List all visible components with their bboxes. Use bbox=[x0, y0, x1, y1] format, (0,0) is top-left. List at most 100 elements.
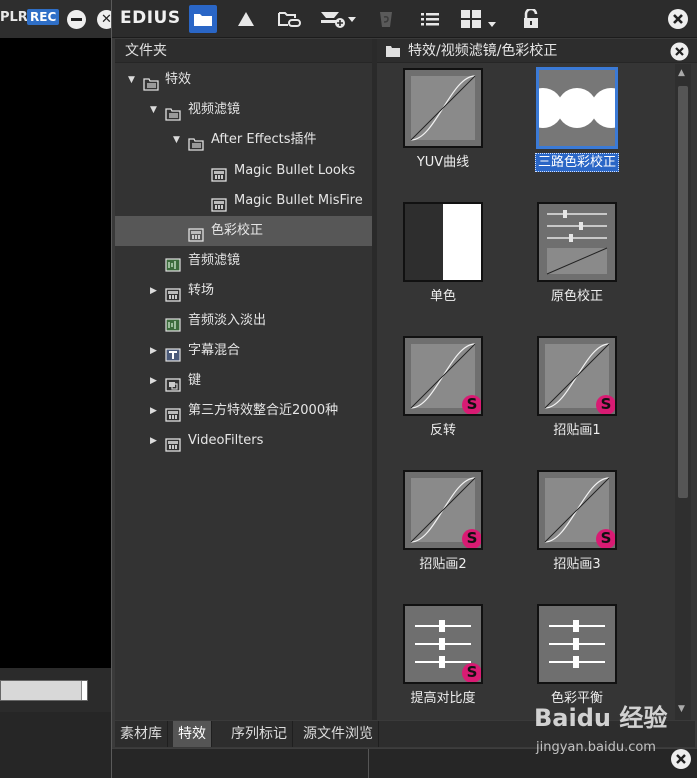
effect-thumbnail[interactable]: S bbox=[403, 604, 483, 684]
tab-effects[interactable]: 特效 bbox=[173, 721, 212, 747]
effect-label: 招贴画3 bbox=[507, 553, 647, 572]
tile-three-way-color[interactable]: 三路色彩校正 bbox=[534, 67, 619, 188]
effect-thumbnail[interactable] bbox=[403, 68, 483, 148]
new-folder-button[interactable] bbox=[276, 5, 304, 33]
tree-item-after-effects[interactable]: ▼ After Effects插件 bbox=[115, 125, 372, 155]
playback-slider[interactable] bbox=[0, 680, 88, 701]
effect-thumbnail[interactable]: S bbox=[537, 470, 617, 550]
grid-scrollbar[interactable]: ▲ ▼ bbox=[675, 64, 691, 720]
folder-link-icon bbox=[278, 12, 301, 27]
grid-icon bbox=[461, 10, 496, 28]
expand-arrow-icon[interactable]: ▶ bbox=[150, 396, 160, 426]
effect-thumbnail[interactable]: S bbox=[403, 470, 483, 550]
toolbar: EDIUS bbox=[112, 0, 697, 38]
effect-thumbnail[interactable] bbox=[537, 202, 617, 282]
scroll-up-icon[interactable]: ▲ bbox=[678, 68, 685, 78]
expand-arrow-icon[interactable]: ▶ bbox=[150, 336, 160, 366]
folder-view-button[interactable] bbox=[189, 5, 217, 33]
thumbnail-view-dropdown[interactable] bbox=[458, 5, 500, 33]
tree-item-label: VideoFilters bbox=[188, 433, 264, 448]
tree-item-keys[interactable]: ▶ 键 bbox=[115, 366, 372, 396]
tab-sequence-markers[interactable]: 序列标记 bbox=[226, 721, 293, 747]
tile-poster-1[interactable]: S 招贴画1 bbox=[537, 336, 617, 456]
expand-arrow-icon[interactable]: ▶ bbox=[150, 366, 160, 396]
folder-icon bbox=[188, 133, 204, 151]
effect-label-text: 招贴画1 bbox=[553, 423, 601, 438]
title-effect-icon bbox=[165, 344, 181, 362]
tile-yuv-curve[interactable]: YUV曲线 bbox=[403, 68, 483, 188]
grid-path: 特效/视频滤镜/色彩校正 bbox=[408, 43, 558, 59]
folder-icon bbox=[386, 46, 400, 57]
tree-item-magic-bullet-looks[interactable]: Magic Bullet Looks bbox=[115, 156, 372, 186]
folder-tree-pane: 文件夹 ▼ 特效 ▼ 视频滤镜 ▼ After Effects插件 Magic Bullet… bbox=[115, 39, 372, 720]
expand-arrow-icon[interactable]: ▶ bbox=[150, 276, 160, 306]
add-to-timeline-icon bbox=[321, 12, 356, 28]
tree-item-effects[interactable]: ▼ 特效 bbox=[115, 65, 372, 95]
effect-label: 招贴画2 bbox=[373, 553, 513, 572]
grid-path-header: 特效/视频滤镜/色彩校正 bbox=[377, 39, 697, 63]
folder-icon bbox=[143, 73, 159, 91]
tree-item-video-filters[interactable]: ▼ 视频滤镜 bbox=[115, 95, 372, 125]
tile-contrast[interactable]: S 提高对比度 bbox=[403, 604, 483, 724]
tree-item-magic-bullet-misfire[interactable]: Magic Bullet MisFire bbox=[115, 186, 372, 216]
tile-poster-3[interactable]: S 招贴画3 bbox=[537, 470, 617, 590]
s-badge-icon: S bbox=[462, 529, 481, 548]
tree-item-label: Magic Bullet MisFire bbox=[234, 193, 363, 208]
add-effect-dropdown[interactable] bbox=[317, 5, 359, 33]
tree-item-label: 色彩校正 bbox=[211, 223, 264, 238]
unlock-icon bbox=[524, 9, 538, 28]
effect-label: 单色 bbox=[373, 285, 513, 304]
rec-label[interactable]: REC bbox=[27, 9, 60, 25]
playback-slider-thumb[interactable] bbox=[81, 681, 87, 700]
tab-source-browser[interactable]: 源文件浏览 bbox=[298, 721, 379, 747]
lock-button[interactable] bbox=[517, 5, 545, 33]
close-icon[interactable] bbox=[670, 748, 692, 770]
plr-label[interactable]: PLR bbox=[0, 10, 28, 25]
close-icon[interactable] bbox=[670, 42, 689, 61]
effect-label: 反转 bbox=[373, 419, 513, 438]
expand-arrow-icon[interactable]: ▼ bbox=[173, 125, 183, 155]
tree-item-videofilters[interactable]: ▶ VideoFilters bbox=[115, 426, 372, 456]
tree-item-transitions[interactable]: ▶ 转场 bbox=[115, 276, 372, 306]
effect-label: 色彩平衡 bbox=[507, 687, 647, 706]
tile-color-balance[interactable]: 色彩平衡 bbox=[537, 604, 617, 724]
background-bottom-bar bbox=[0, 712, 112, 778]
tree-item-title-mix[interactable]: ▶ 字幕混合 bbox=[115, 336, 372, 366]
tree-item-label: 音频滤镜 bbox=[188, 253, 241, 268]
bottom-tabs: 素材库 特效 序列标记 源文件浏览 bbox=[115, 721, 695, 747]
list-view-button[interactable] bbox=[416, 5, 444, 33]
tile-invert[interactable]: S 反转 bbox=[403, 336, 483, 456]
delete-button[interactable] bbox=[372, 5, 400, 33]
effect-thumbnail[interactable] bbox=[403, 202, 483, 282]
audio-effect-icon bbox=[165, 314, 181, 332]
tile-primary-color[interactable]: 原色校正 bbox=[537, 202, 617, 322]
scroll-down-icon[interactable]: ▼ bbox=[678, 704, 685, 714]
expand-arrow-icon[interactable]: ▼ bbox=[128, 65, 138, 95]
tree-item-label: 音频淡入淡出 bbox=[188, 313, 267, 328]
close-icon bbox=[668, 9, 688, 29]
scroll-thumb[interactable] bbox=[678, 86, 688, 498]
minimize-icon[interactable] bbox=[67, 10, 86, 29]
effect-thumbnail[interactable]: S bbox=[403, 336, 483, 416]
effect-label: 提高对比度 bbox=[373, 687, 513, 706]
tree-item-audio-filters[interactable]: 音频滤镜 bbox=[115, 246, 372, 276]
tree-item-color-correction[interactable]: 色彩校正 bbox=[115, 216, 372, 246]
tree-item-audio-fade[interactable]: 音频淡入淡出 bbox=[115, 306, 372, 336]
effect-label-text: 原色校正 bbox=[550, 289, 603, 304]
fx-effect-icon bbox=[188, 224, 204, 242]
effect-thumbnail[interactable] bbox=[536, 67, 618, 149]
tab-bin[interactable]: 素材库 bbox=[115, 721, 168, 747]
tree-item-third-party[interactable]: ▶ 第三方特效整合近2000种 bbox=[115, 396, 372, 426]
window-close-button[interactable] bbox=[665, 6, 691, 32]
tile-monochrome[interactable]: 单色 bbox=[403, 202, 483, 322]
tile-poster-2[interactable]: S 招贴画2 bbox=[403, 470, 483, 590]
expand-arrow-icon[interactable]: ▼ bbox=[150, 95, 160, 125]
audio-effect-icon bbox=[165, 254, 181, 272]
effect-thumbnail[interactable] bbox=[537, 604, 617, 684]
tree-item-label: 第三方特效整合近2000种 bbox=[188, 403, 339, 418]
effect-thumbnail[interactable]: S bbox=[537, 336, 617, 416]
folder-icon bbox=[194, 14, 212, 26]
expand-arrow-icon[interactable]: ▶ bbox=[150, 426, 160, 456]
up-level-button[interactable] bbox=[232, 5, 260, 33]
tree-item-label: 转场 bbox=[188, 283, 215, 298]
